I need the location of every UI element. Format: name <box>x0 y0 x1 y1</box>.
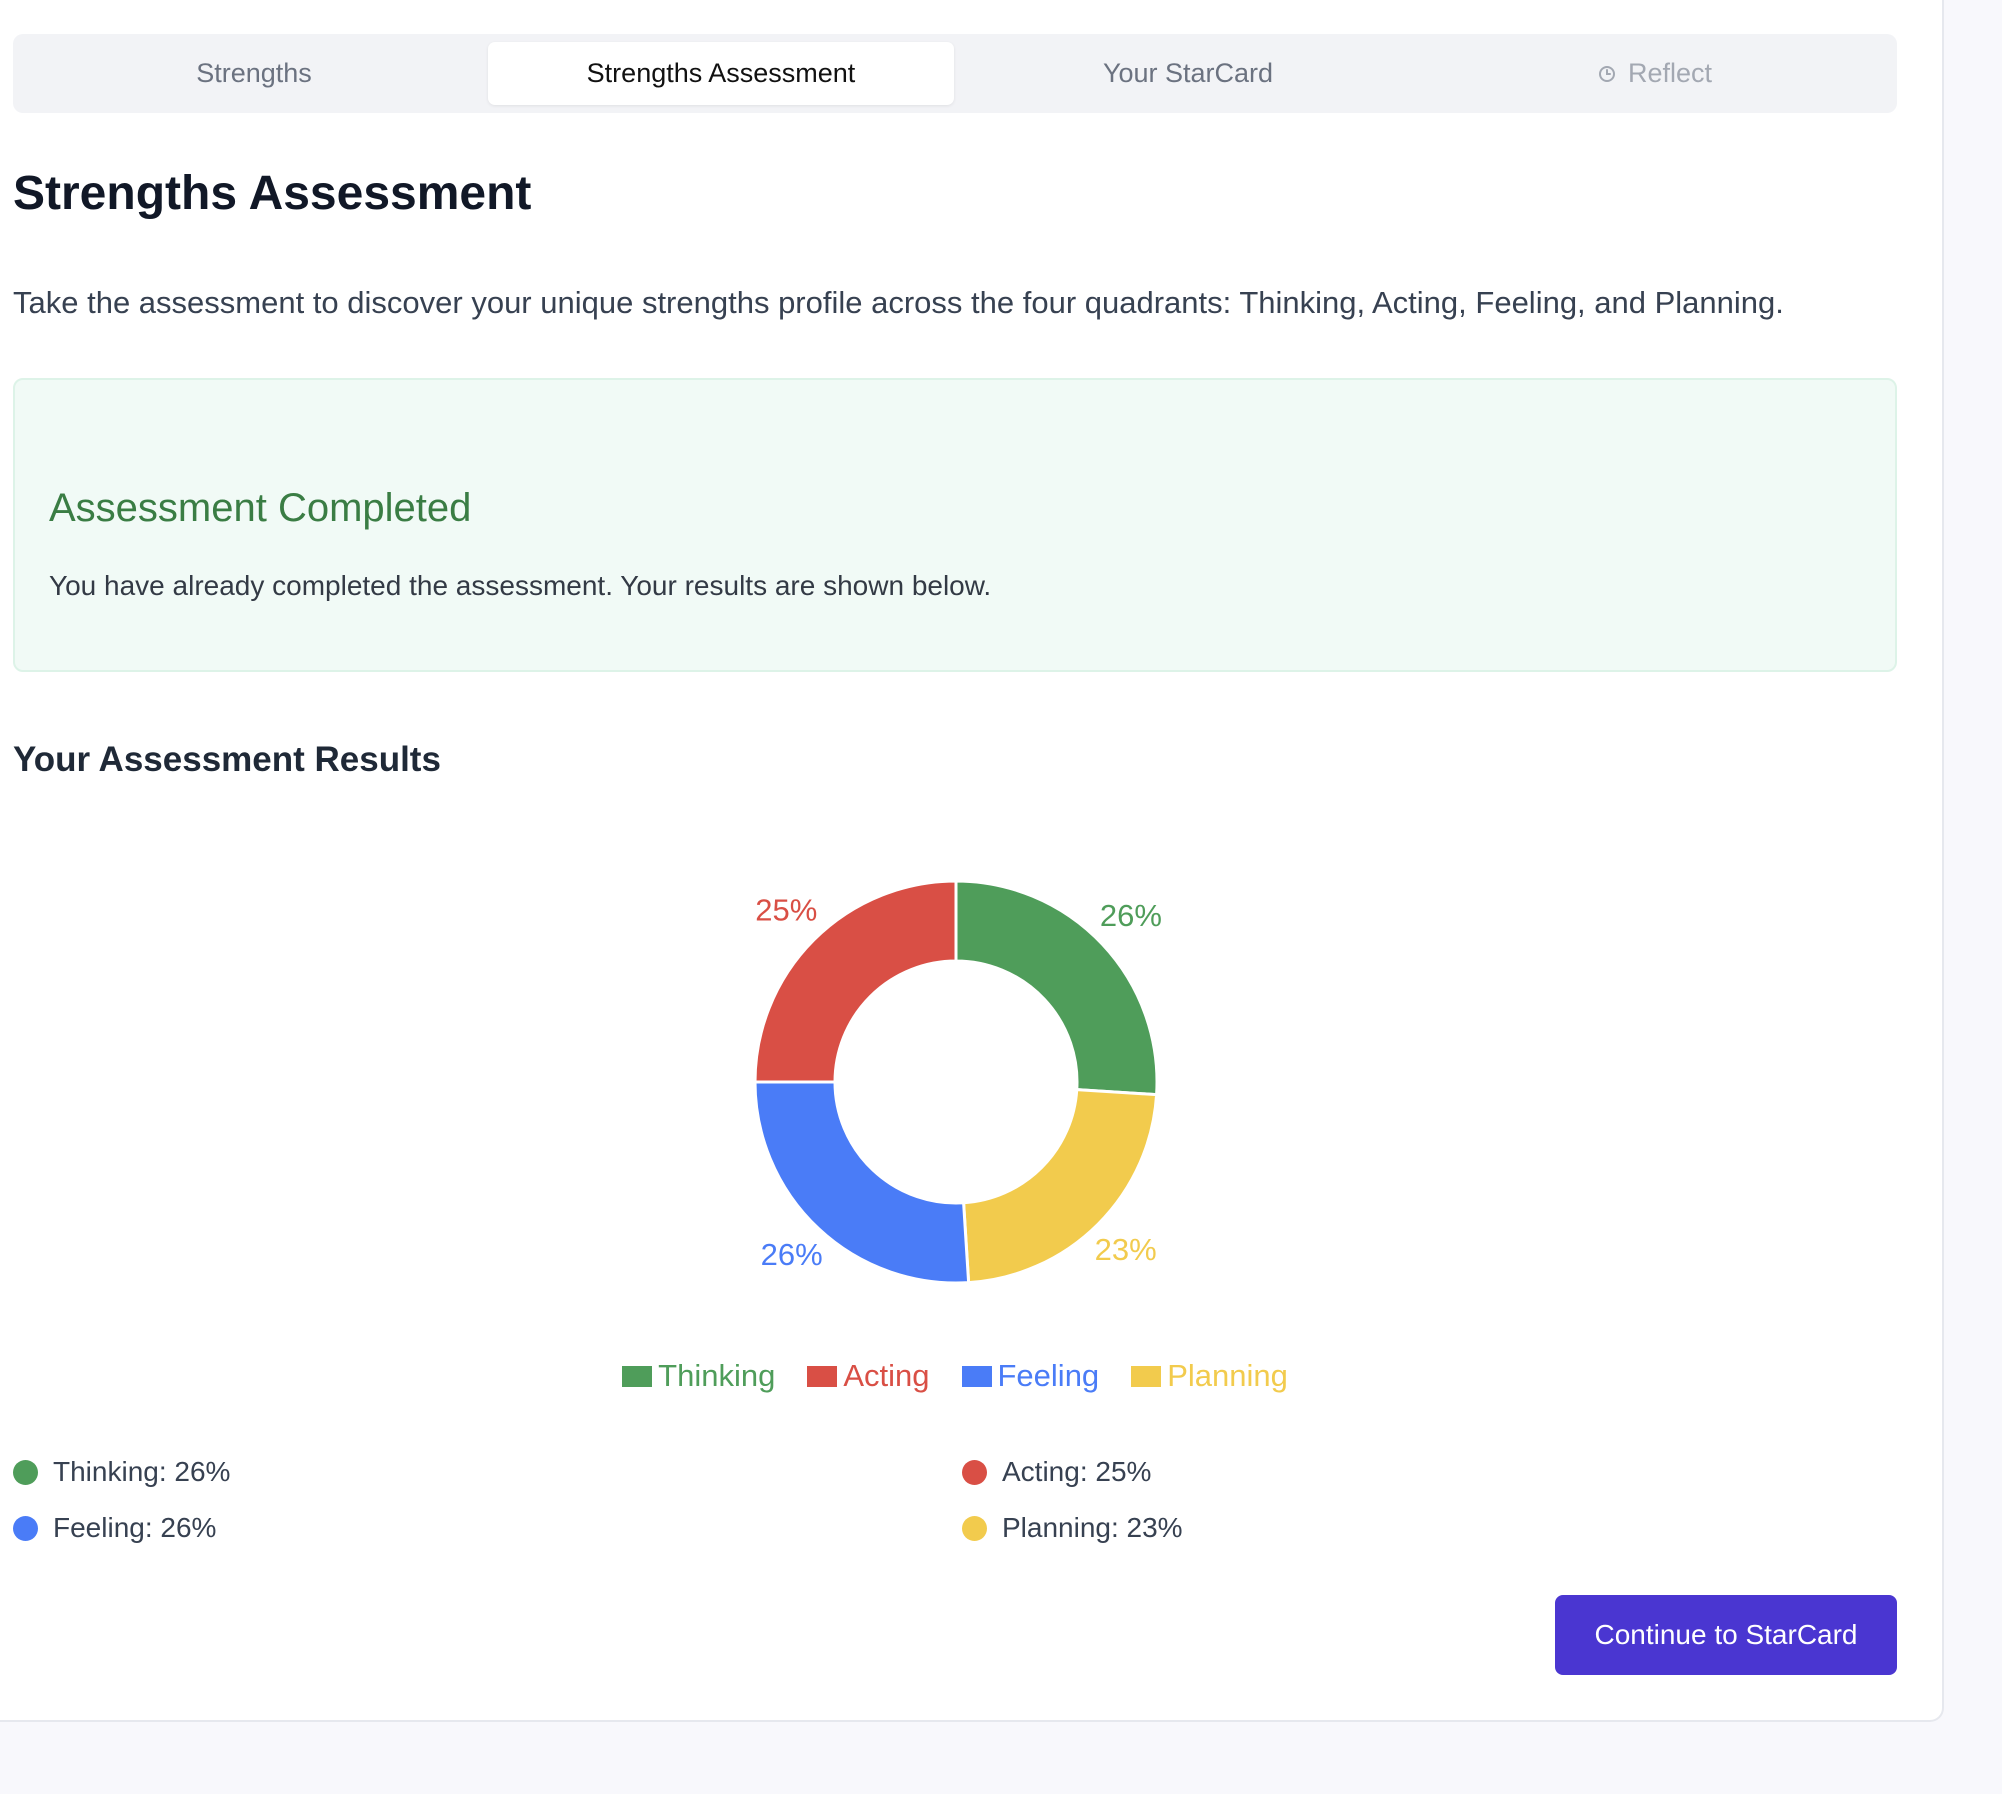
legend-label: Planning <box>1167 1358 1288 1393</box>
tab-strengths-assessment[interactable]: Strengths Assessment <box>488 42 954 105</box>
content-card: Strengths Strengths Assessment Your Star… <box>0 0 1944 1722</box>
notice-title: Assessment Completed <box>49 486 472 530</box>
legend-label: Acting <box>843 1358 930 1393</box>
tab-label: Strengths Assessment <box>586 58 856 88</box>
tab-reflect[interactable]: Reflect <box>1422 42 1888 105</box>
tab-label: Reflect <box>1627 58 1713 88</box>
tab-your-starcard[interactable]: Your StarCard <box>955 42 1421 105</box>
summary-feeling: Feeling: 26% <box>13 1512 216 1544</box>
legend-item-feeling[interactable]: Feeling <box>961 1358 1100 1394</box>
planning-dot-icon <box>962 1515 987 1541</box>
intro-text: Take the assessment to discover your uni… <box>13 285 1784 320</box>
summary-text: Planning: 23% <box>1002 1512 1183 1543</box>
legend-item-thinking[interactable]: Thinking <box>622 1358 775 1394</box>
tab-bar: Strengths Strengths Assessment Your Star… <box>13 34 1897 113</box>
feeling-dot-icon <box>13 1515 38 1541</box>
summary-thinking: Thinking: 26% <box>13 1456 230 1488</box>
donut-chart: 26% 23% 26% 25% <box>753 879 1162 1285</box>
legend-swatch-icon <box>622 1365 653 1387</box>
legend-label: Feeling <box>997 1358 1100 1393</box>
legend-swatch-icon <box>961 1365 992 1387</box>
continue-to-starcard-button[interactable]: Continue to StarCard <box>1555 1595 1897 1675</box>
slice-label-feeling: 26% <box>761 1237 823 1272</box>
acting-dot-icon <box>962 1459 987 1485</box>
completion-notice: Assessment Completed You have already co… <box>13 378 1897 672</box>
thinking-dot-icon <box>13 1459 38 1485</box>
summary-text: Thinking: 26% <box>53 1456 231 1487</box>
summary-text: Acting: 25% <box>1002 1456 1152 1487</box>
tab-label: Strengths <box>196 58 312 88</box>
notice-text: You have already completed the assessmen… <box>49 570 992 601</box>
clock-icon <box>1598 65 1615 82</box>
tab-strengths[interactable]: Strengths <box>21 42 487 105</box>
slice-label-planning: 23% <box>1095 1232 1157 1267</box>
slice-label-acting: 25% <box>755 892 817 927</box>
summary-text: Feeling: 26% <box>53 1512 217 1543</box>
legend-item-acting[interactable]: Acting <box>807 1358 930 1394</box>
slice-label-thinking: 26% <box>1100 898 1162 933</box>
legend-item-planning[interactable]: Planning <box>1131 1358 1288 1394</box>
chart-legend: Thinking Acting Feeling Planning <box>0 1358 1910 1394</box>
page-title: Strengths Assessment <box>13 167 532 220</box>
legend-swatch-icon <box>807 1365 838 1387</box>
legend-label: Thinking <box>658 1358 776 1393</box>
legend-swatch-icon <box>1131 1365 1162 1387</box>
summary-planning: Planning: 23% <box>962 1512 1183 1544</box>
tab-label: Your StarCard <box>1102 58 1274 88</box>
summary-acting: Acting: 25% <box>962 1456 1151 1488</box>
results-title: Your Assessment Results <box>13 740 441 779</box>
